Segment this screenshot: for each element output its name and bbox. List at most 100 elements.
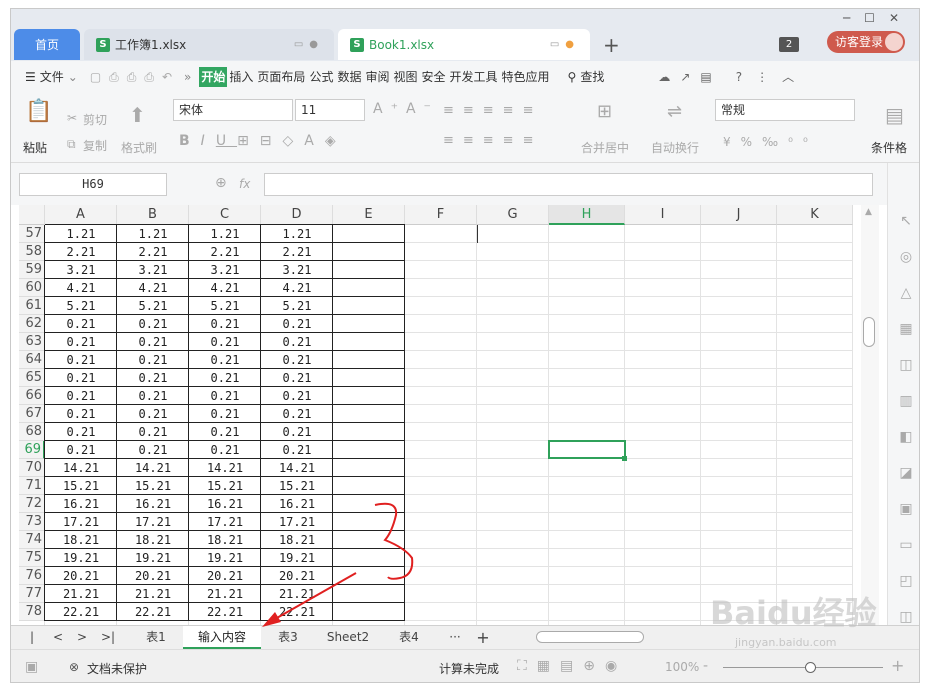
row-header[interactable]: 75 bbox=[19, 549, 45, 567]
menu-tab-review[interactable]: 审阅 bbox=[363, 67, 391, 87]
row-header[interactable]: 74 bbox=[19, 531, 45, 549]
format-painter-icon[interactable]: ⬆ bbox=[129, 103, 146, 127]
column-header[interactable]: A bbox=[45, 205, 117, 225]
menu-tab-special[interactable]: 特色应用 bbox=[500, 67, 552, 87]
table-cell[interactable]: 16.21 bbox=[45, 495, 117, 513]
horizontal-scroll-thumb[interactable] bbox=[536, 631, 644, 643]
table-cell[interactable]: 0.21 bbox=[189, 441, 261, 459]
chevron-down-icon[interactable]: ⌄ bbox=[66, 67, 80, 87]
table-cell[interactable]: 0.21 bbox=[189, 405, 261, 423]
table-cell[interactable]: 16.21 bbox=[117, 495, 189, 513]
table-cell[interactable]: 22.21 bbox=[261, 603, 333, 621]
row-header[interactable]: 63 bbox=[19, 333, 45, 351]
zoom-out-button[interactable]: - bbox=[703, 658, 708, 674]
table-cell[interactable]: 0.21 bbox=[117, 405, 189, 423]
table-cell[interactable]: 21.21 bbox=[189, 585, 261, 603]
quick-access-icons[interactable]: ▢⎙⎙⎙↶ bbox=[88, 67, 182, 87]
sheet-tab[interactable]: 表4 bbox=[383, 626, 435, 649]
table-cell[interactable]: 0.21 bbox=[45, 333, 117, 351]
table-cell[interactable]: 14.21 bbox=[117, 459, 189, 477]
tab-controls[interactable]: ▭● bbox=[294, 39, 324, 50]
table-cell[interactable]: 0.21 bbox=[45, 387, 117, 405]
view-mode-icons[interactable]: ⛶▦▤⊕◉ bbox=[517, 658, 627, 674]
table-cell[interactable]: 5.21 bbox=[117, 297, 189, 315]
column-header[interactable]: D bbox=[261, 205, 333, 225]
first-sheet-icon[interactable]: |< bbox=[25, 626, 39, 667]
table-cell[interactable]: 1.21 bbox=[189, 225, 261, 243]
row-header[interactable]: 78 bbox=[19, 603, 45, 621]
font-style-icons[interactable]: BIU⊞⊟◇A◈ bbox=[179, 133, 347, 149]
row-header[interactable]: 66 bbox=[19, 387, 45, 405]
vertical-scrollbar[interactable]: ▲ bbox=[861, 205, 879, 625]
select-all-corner[interactable] bbox=[19, 205, 45, 225]
row-header[interactable]: 70 bbox=[19, 459, 45, 477]
table-cell[interactable]: 14.21 bbox=[261, 459, 333, 477]
zoom-icon[interactable]: ⊕ bbox=[215, 175, 227, 191]
table-cell[interactable]: 0.21 bbox=[261, 387, 333, 405]
tab-controls[interactable]: ▭● bbox=[550, 39, 580, 50]
table-cell[interactable]: 18.21 bbox=[189, 531, 261, 549]
row-header[interactable]: 69 bbox=[19, 441, 45, 459]
table-cell[interactable]: 19.21 bbox=[45, 549, 117, 567]
menu-tab-formula[interactable]: 公式 bbox=[307, 67, 335, 87]
table-cell[interactable]: 20.21 bbox=[45, 567, 117, 585]
sheet-tab[interactable]: 表1 bbox=[131, 626, 181, 649]
tab-workbook1[interactable]: S 工作簿1.xlsx ▭● bbox=[84, 29, 334, 60]
zoom-in-button[interactable]: + bbox=[891, 656, 904, 675]
auto-wrap-button[interactable]: 自动换行 bbox=[651, 139, 699, 156]
table-cell[interactable]: 0.21 bbox=[189, 423, 261, 441]
table-cell[interactable]: 14.21 bbox=[189, 459, 261, 477]
zoom-slider-track[interactable] bbox=[723, 667, 883, 668]
table-cell[interactable]: 0.21 bbox=[261, 405, 333, 423]
table-cell[interactable]: 16.21 bbox=[189, 495, 261, 513]
row-header[interactable]: 62 bbox=[19, 315, 45, 333]
sheet-tab[interactable]: Sheet2 bbox=[315, 626, 381, 649]
table-cell[interactable]: 0.21 bbox=[261, 351, 333, 369]
row-header[interactable]: 71 bbox=[19, 477, 45, 495]
table-cell[interactable]: 0.21 bbox=[261, 423, 333, 441]
table-cell[interactable]: 0.21 bbox=[261, 369, 333, 387]
menu-tab-start[interactable]: 开始 bbox=[199, 67, 228, 87]
table-cell[interactable]: 4.21 bbox=[45, 279, 117, 297]
new-tab-button[interactable]: + bbox=[603, 33, 620, 57]
table-cell[interactable]: 3.21 bbox=[261, 261, 333, 279]
row-header[interactable]: 76 bbox=[19, 567, 45, 585]
table-cell[interactable]: 17.21 bbox=[117, 513, 189, 531]
table-cell[interactable]: 0.21 bbox=[189, 333, 261, 351]
table-cell[interactable]: 4.21 bbox=[117, 279, 189, 297]
menu-tab-insert[interactable]: 插入 bbox=[227, 67, 255, 87]
table-cell[interactable]: 0.21 bbox=[117, 333, 189, 351]
table-cell[interactable]: 0.21 bbox=[45, 423, 117, 441]
table-cell[interactable]: 0.21 bbox=[117, 387, 189, 405]
table-cell[interactable]: 0.21 bbox=[189, 387, 261, 405]
zoom-slider-thumb[interactable] bbox=[805, 662, 816, 673]
font-size-select[interactable]: 11 bbox=[295, 99, 365, 121]
table-cell[interactable]: 3.21 bbox=[45, 261, 117, 279]
table-cell[interactable]: 2.21 bbox=[45, 243, 117, 261]
sheet-tab-active[interactable]: 输入内容 bbox=[183, 626, 261, 649]
format-painter-button[interactable]: 格式刷 bbox=[121, 139, 157, 156]
table-cell[interactable]: 3.21 bbox=[189, 261, 261, 279]
table-cell[interactable]: 5.21 bbox=[261, 297, 333, 315]
table-cell[interactable]: 22.21 bbox=[45, 603, 117, 621]
row-header[interactable]: 72 bbox=[19, 495, 45, 513]
table-cell[interactable]: 17.21 bbox=[261, 513, 333, 531]
merge-center-icon[interactable]: ⊞ bbox=[597, 101, 612, 122]
doc-protection-status[interactable]: 文档未保护 bbox=[87, 660, 147, 677]
menu-search[interactable]: 查找 bbox=[578, 67, 606, 87]
row-header[interactable]: 77 bbox=[19, 585, 45, 603]
tab-book1[interactable]: S Book1.xlsx ▭● bbox=[338, 29, 590, 60]
tab-home[interactable]: 首页 bbox=[14, 29, 80, 60]
copy-button[interactable]: 复制 bbox=[83, 137, 107, 154]
table-cell[interactable]: 22.21 bbox=[189, 603, 261, 621]
column-header[interactable]: K bbox=[777, 205, 853, 225]
row-header[interactable]: 61 bbox=[19, 297, 45, 315]
side-panel-icons[interactable]: ↖ ◎ △ ▦ ◫ ▥ ◧ ◪ ▣ ▭ ◰ ◫ bbox=[898, 203, 914, 635]
collapse-ribbon-icon[interactable]: ︿ bbox=[780, 67, 796, 87]
conditional-format-button[interactable]: 条件格 bbox=[871, 139, 907, 156]
column-header[interactable]: B bbox=[117, 205, 189, 225]
hamburger-icon[interactable]: ☰ bbox=[23, 67, 38, 87]
row-header[interactable]: 67 bbox=[19, 405, 45, 423]
add-sheet-button[interactable]: + bbox=[473, 626, 493, 649]
column-header[interactable]: I bbox=[625, 205, 701, 225]
